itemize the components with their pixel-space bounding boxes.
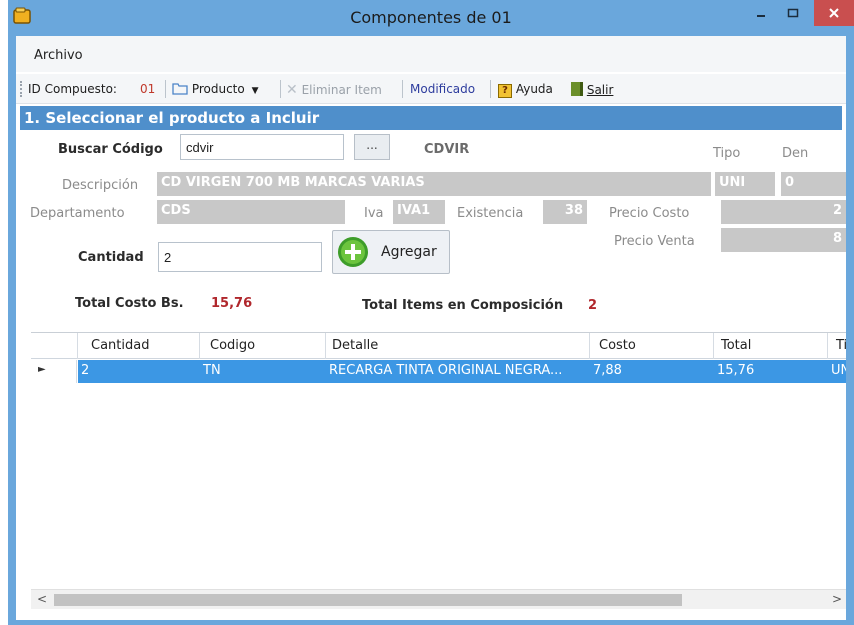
- client-area: Archivo ID Compuesto: 01 Producto ▼ ✕ El…: [16, 36, 846, 620]
- total-costo-label: Total Costo Bs.: [75, 296, 184, 311]
- browse-button[interactable]: ...: [354, 134, 390, 160]
- eliminar-label: Eliminar Item: [301, 83, 382, 97]
- total-items-label: Total Items en Composición: [362, 298, 564, 313]
- departamento-field: CDS: [157, 200, 345, 224]
- toolbar-grip[interactable]: [20, 81, 22, 97]
- agregar-button[interactable]: Agregar: [332, 230, 450, 274]
- maximize-icon: [787, 8, 799, 18]
- iva-label: Iva: [364, 206, 384, 221]
- tipo-label: Tipo: [713, 146, 741, 161]
- toolbar: ID Compuesto: 01 Producto ▼ ✕ Eliminar I…: [16, 74, 846, 104]
- producto-label: Producto: [191, 82, 245, 96]
- column-header-detalle[interactable]: Detalle: [332, 338, 378, 353]
- cantidad-label: Cantidad: [78, 250, 144, 265]
- column-header-codigo[interactable]: Codigo: [210, 338, 255, 353]
- total-costo-value: 15,76: [211, 296, 253, 311]
- folder-icon: [172, 83, 188, 95]
- help-icon: ?: [498, 84, 512, 98]
- cell-detalle[interactable]: RECARGA TINTA ORIGINAL NEGRA...: [326, 360, 590, 383]
- cell-costo[interactable]: 7,88: [590, 360, 714, 383]
- existencia-label: Existencia: [457, 206, 524, 221]
- precio-costo-field: 2: [721, 200, 846, 224]
- title-bar[interactable]: Componentes de 01: [8, 0, 854, 36]
- scroll-right-icon[interactable]: >: [832, 592, 842, 606]
- scroll-thumb[interactable]: [54, 594, 682, 606]
- row-selector[interactable]: ►: [31, 360, 77, 383]
- ayuda-label: Ayuda: [515, 82, 553, 96]
- add-circle-icon: [338, 237, 368, 267]
- id-compuesto-value: 01: [140, 82, 156, 96]
- producto-dropdown[interactable]: Producto ▼: [172, 82, 258, 96]
- app-window: Componentes de 01 Archivo ID Compuesto: …: [8, 0, 854, 625]
- buscar-codigo-input[interactable]: [180, 134, 344, 160]
- descripcion-label: Descripción: [62, 178, 139, 193]
- window-title: Componentes de 01: [350, 8, 512, 27]
- buscar-codigo-label: Buscar Código: [58, 142, 163, 157]
- close-icon: [829, 8, 839, 18]
- salir-label: Salir: [586, 83, 614, 97]
- descripcion-field: CD VIRGEN 700 MB MARCAS VARIAS: [157, 172, 711, 196]
- cell-cantidad[interactable]: 2: [78, 360, 200, 383]
- cantidad-input[interactable]: [158, 242, 322, 272]
- column-header-cantidad[interactable]: Cantidad: [91, 338, 149, 353]
- current-row-arrow-icon: ►: [38, 364, 46, 375]
- modificado-status: Modificado: [410, 82, 476, 96]
- agregar-label: Agregar: [381, 244, 437, 260]
- table-row[interactable]: ► 2 TN RECARGA TINTA ORIGINAL NEGRA... 7…: [31, 360, 846, 383]
- precio-venta-label: Precio Venta: [614, 234, 695, 249]
- tipo-field: UNI: [715, 172, 775, 196]
- scroll-left-icon[interactable]: <: [37, 592, 47, 606]
- departamento-label: Departamento: [30, 206, 125, 221]
- den-label: Den: [782, 146, 809, 161]
- ayuda-button[interactable]: ? Ayuda: [498, 82, 553, 98]
- menu-bar: Archivo: [16, 36, 846, 72]
- menu-archivo[interactable]: Archivo: [34, 48, 83, 63]
- existencia-field: 38: [543, 200, 587, 224]
- code-display: CDVIR: [424, 142, 470, 157]
- section-header: 1. Seleccionar el producto a Incluir: [20, 106, 842, 130]
- close-button[interactable]: [814, 0, 854, 26]
- maximize-button[interactable]: [778, 0, 808, 26]
- chevron-down-icon: ▼: [251, 86, 259, 96]
- salir-button[interactable]: Salir: [571, 82, 613, 97]
- minimize-button[interactable]: [746, 0, 776, 26]
- column-header-costo[interactable]: Costo: [599, 338, 636, 353]
- horizontal-scrollbar[interactable]: < >: [31, 589, 846, 609]
- total-items-value: 2: [588, 298, 598, 313]
- delete-icon: ✕: [286, 82, 298, 98]
- column-header-tipo[interactable]: Tip: [836, 338, 846, 353]
- precio-venta-field: 8: [721, 228, 846, 252]
- eliminar-item-button[interactable]: ✕ Eliminar Item: [286, 82, 382, 98]
- iva-field: IVA1: [393, 200, 445, 224]
- grid-header: Cantidad Codigo Detalle Costo Total Tip: [31, 333, 846, 359]
- cell-total[interactable]: 15,76: [714, 360, 828, 383]
- id-compuesto-label: ID Compuesto:: [28, 82, 117, 96]
- composition-grid[interactable]: Cantidad Codigo Detalle Costo Total Tip …: [31, 332, 846, 587]
- exit-door-icon: [571, 82, 583, 96]
- column-header-total[interactable]: Total: [721, 338, 751, 353]
- den-field: 0: [781, 172, 846, 196]
- precio-costo-label: Precio Costo: [609, 206, 690, 221]
- cell-tipo[interactable]: UN: [828, 360, 846, 383]
- cell-codigo[interactable]: TN: [200, 360, 326, 383]
- minimize-icon: [757, 15, 765, 17]
